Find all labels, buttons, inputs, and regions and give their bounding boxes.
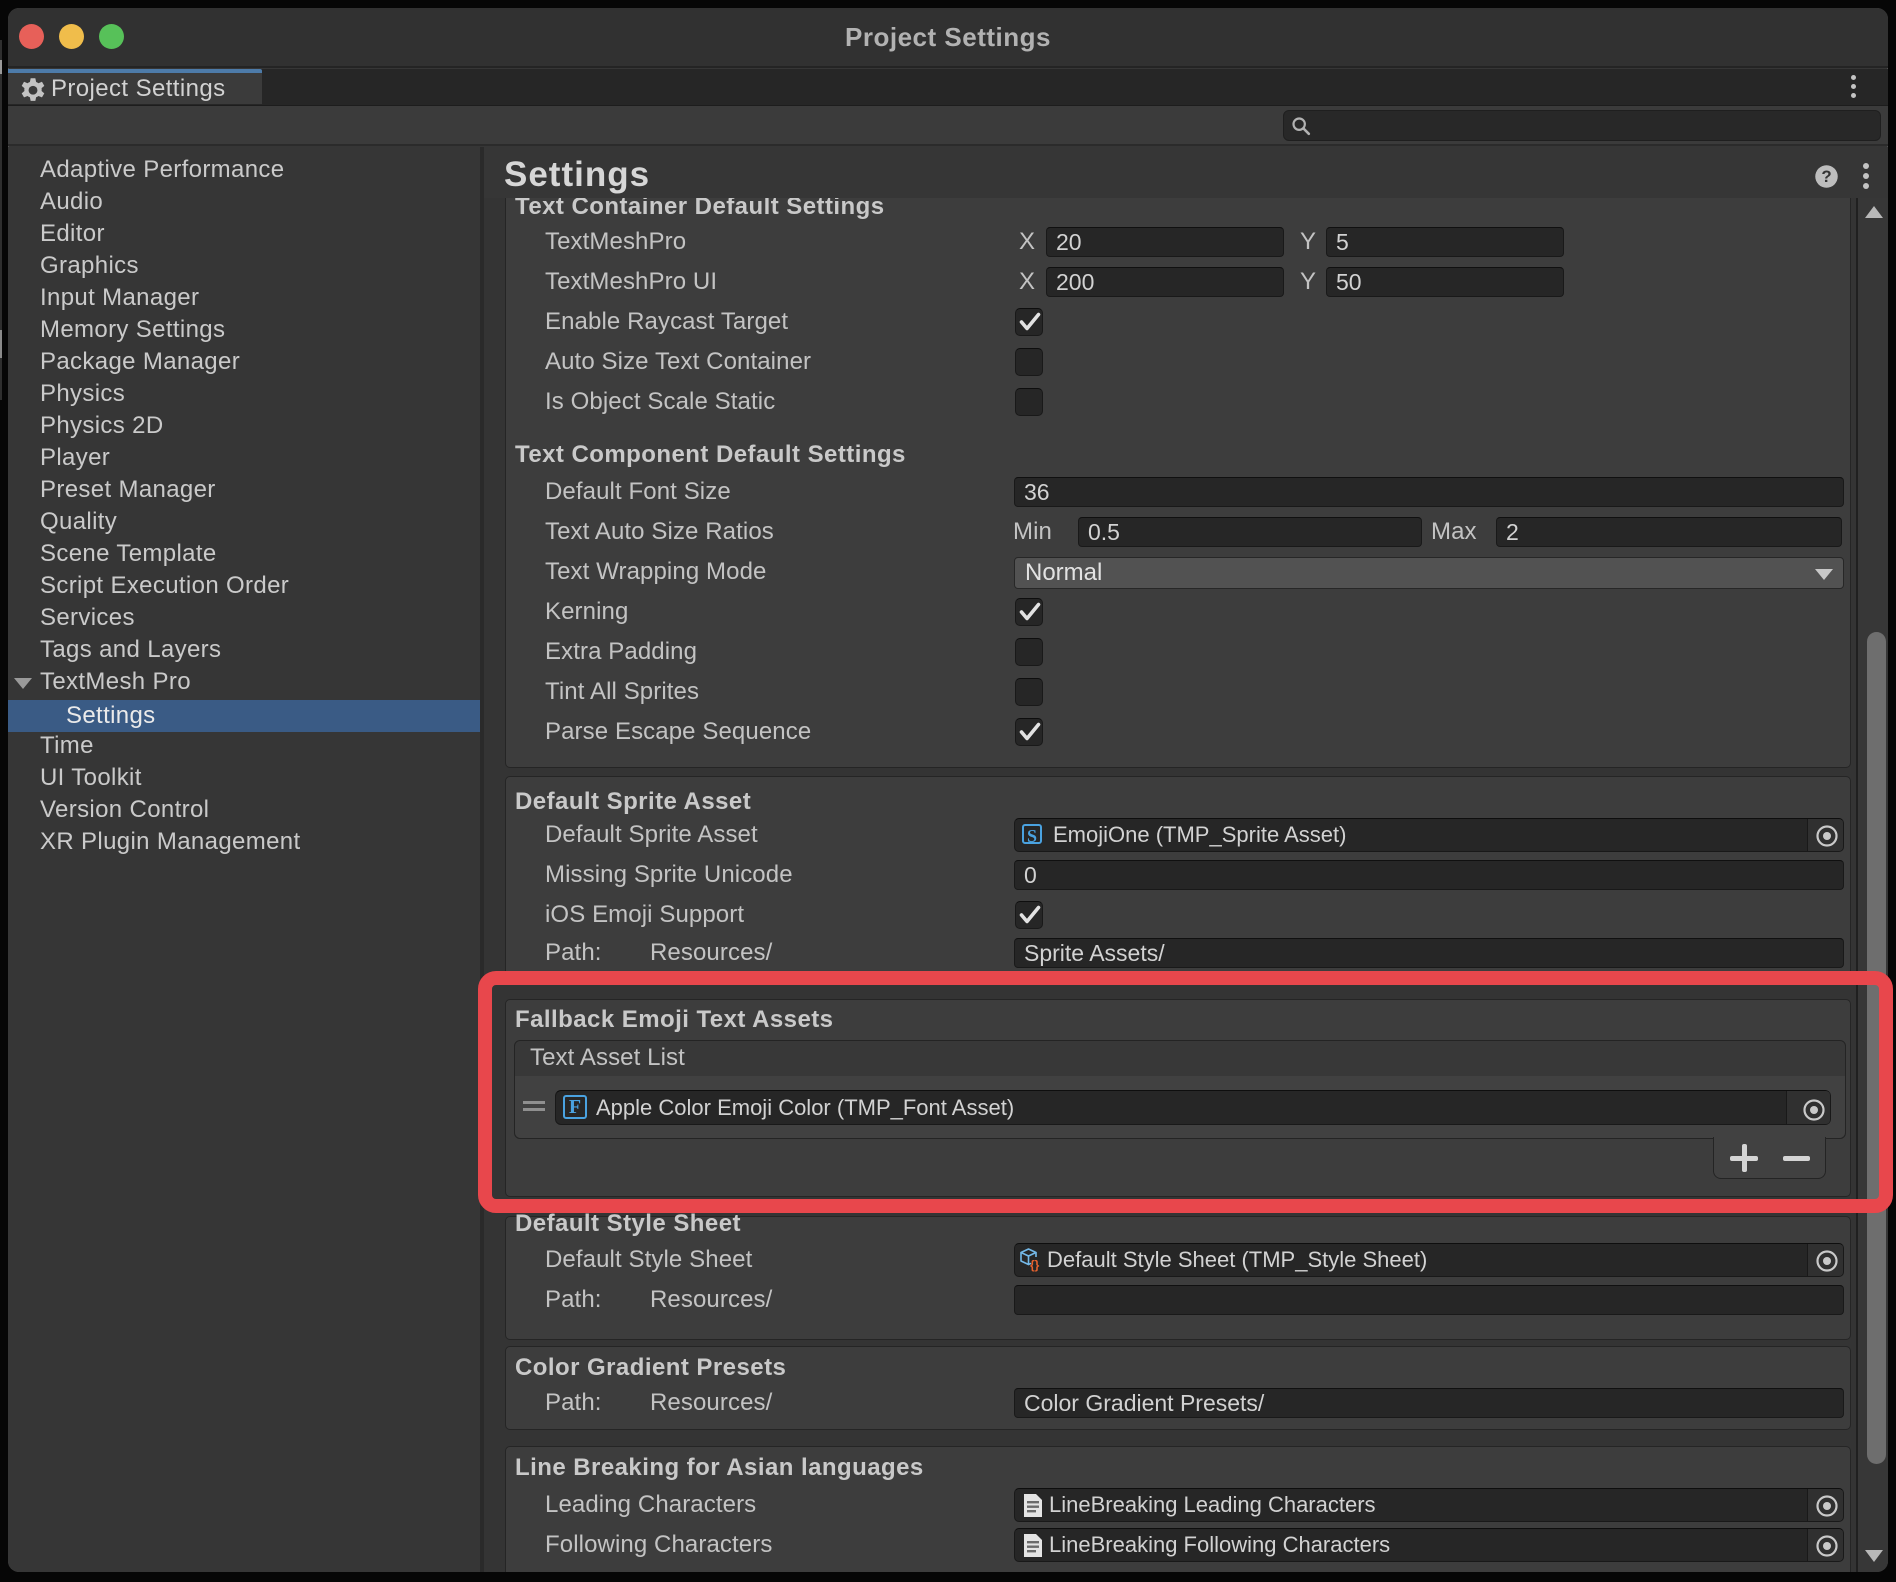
- svg-text:?: ?: [1821, 167, 1831, 186]
- svg-text:{}: {}: [1030, 1258, 1040, 1272]
